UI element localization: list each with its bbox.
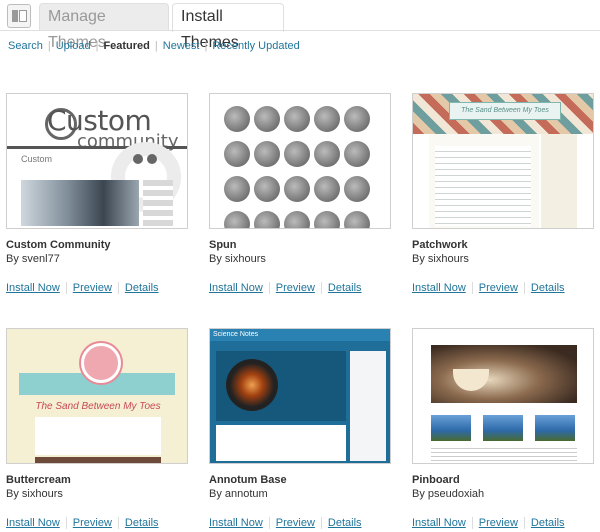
install-now-link[interactable]: Install Now: [412, 517, 466, 529]
filter-link-search[interactable]: Search: [8, 40, 43, 52]
theme-author: By pseudoxiah: [412, 488, 485, 500]
preview-link[interactable]: Preview: [276, 517, 315, 529]
filter-link-newest[interactable]: Newest: [163, 40, 200, 52]
details-link[interactable]: Details: [328, 282, 362, 294]
preview-link[interactable]: Preview: [479, 282, 518, 294]
install-now-link[interactable]: Install Now: [209, 517, 263, 529]
details-link[interactable]: Details: [531, 517, 565, 529]
theme-name: Buttercream: [6, 474, 71, 486]
theme-screenshot[interactable]: Custom community Custom: [6, 93, 188, 229]
preview-link[interactable]: Preview: [73, 282, 112, 294]
theme-actions: Install Now Preview Details: [412, 282, 565, 295]
filter-link-recently-updated[interactable]: Recently Updated: [212, 40, 299, 52]
theme-name: Patchwork: [412, 239, 468, 251]
details-link[interactable]: Details: [125, 282, 159, 294]
theme-name: Pinboard: [412, 474, 460, 486]
install-now-link[interactable]: Install Now: [6, 282, 60, 294]
filter-link-featured: Featured: [103, 40, 150, 52]
theme-actions: Install Now Preview Details: [412, 517, 565, 530]
themes-page-icon: [7, 4, 31, 28]
details-link[interactable]: Details: [531, 282, 565, 294]
theme-actions: Install Now Preview Details: [6, 517, 159, 530]
theme-name: Annotum Base: [209, 474, 287, 486]
theme-actions: Install Now Preview Details: [6, 282, 159, 295]
tab-manage-themes[interactable]: Manage Themes: [39, 3, 169, 51]
theme-author: By sixhours: [412, 253, 469, 265]
theme-screenshot[interactable]: The Sand Between My Toes: [6, 328, 188, 464]
theme-screenshot[interactable]: [412, 328, 594, 464]
theme-screenshot[interactable]: The Sand Between My Toes: [412, 93, 594, 229]
theme-logo: Custom community: [47, 104, 179, 152]
theme-name: Custom Community: [6, 239, 111, 251]
install-now-link[interactable]: Install Now: [209, 282, 263, 294]
theme-actions: Install Now Preview Details: [209, 517, 362, 530]
theme-author: By annotum: [209, 488, 268, 500]
theme-author: By sixhours: [6, 488, 63, 500]
theme-name: Spun: [209, 239, 237, 251]
header-divider: [0, 30, 600, 31]
preview-link[interactable]: Preview: [276, 282, 315, 294]
tab-install-themes[interactable]: Install Themes: [172, 3, 284, 51]
details-link[interactable]: Details: [328, 517, 362, 529]
header: Manage Themes Install Themes: [0, 0, 600, 51]
filter-link-upload[interactable]: Upload: [56, 40, 91, 52]
install-now-link[interactable]: Install Now: [412, 282, 466, 294]
circle-grid: [224, 106, 378, 228]
preview-link[interactable]: Preview: [73, 517, 112, 529]
cupcake-icon: [81, 343, 121, 383]
theme-screenshot[interactable]: Science Notes: [209, 328, 391, 464]
details-link[interactable]: Details: [125, 517, 159, 529]
install-now-link[interactable]: Install Now: [6, 517, 60, 529]
preview-link[interactable]: Preview: [479, 517, 518, 529]
theme-screenshot[interactable]: [209, 93, 391, 229]
theme-actions: Install Now Preview Details: [209, 282, 362, 295]
theme-author: By sixhours: [209, 253, 266, 265]
filter-links: Search | Upload | Featured | Newest | Recently U…: [8, 40, 300, 52]
theme-author: By svenl77: [6, 253, 60, 265]
